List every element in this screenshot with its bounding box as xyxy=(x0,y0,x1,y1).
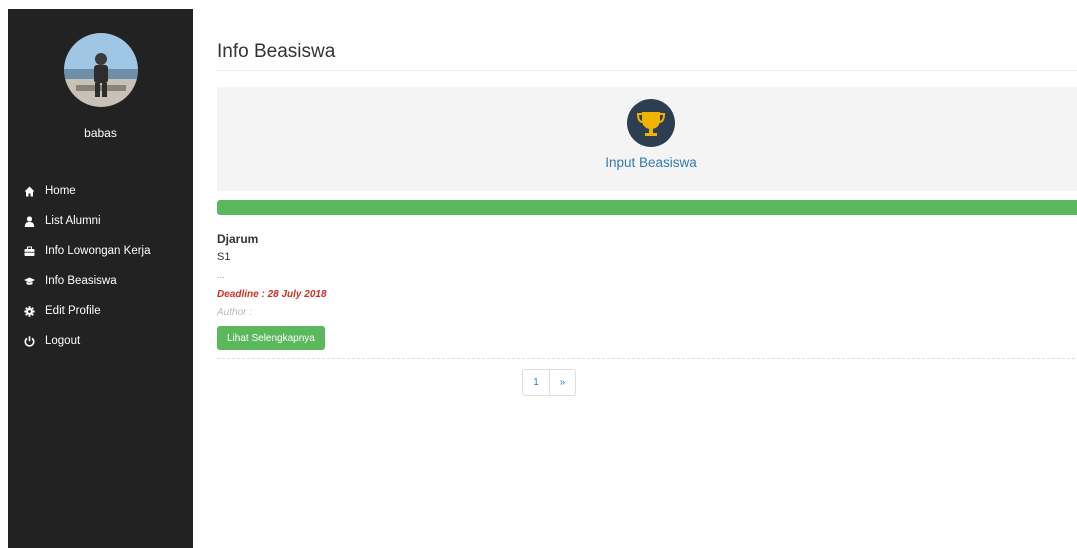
sidebar: babas Home List Alumni Info Lowongan Ker… xyxy=(8,9,193,548)
trophy-icon[interactable] xyxy=(627,99,675,147)
item-excerpt: ... xyxy=(217,270,225,280)
page-1-link[interactable]: 1 xyxy=(522,369,550,396)
sidebar-item-list-alumni[interactable]: List Alumni xyxy=(8,206,193,236)
avatar[interactable] xyxy=(64,33,138,107)
sidebar-item-home[interactable]: Home xyxy=(8,176,193,206)
lihat-selengkapnya-button[interactable]: Lihat Selengkapnya xyxy=(217,326,325,350)
sidebar-nav: Home List Alumni Info Lowongan Kerja Inf… xyxy=(8,176,193,356)
sidebar-item-label: Logout xyxy=(45,335,81,347)
sidebar-item-label: Home xyxy=(45,185,76,197)
input-beasiswa-link[interactable]: Input Beasiswa xyxy=(217,155,1077,170)
sidebar-item-info-lowongan-kerja[interactable]: Info Lowongan Kerja xyxy=(8,236,193,266)
title-divider xyxy=(217,70,1077,71)
page-title: Info Beasiswa xyxy=(217,41,336,62)
sidebar-item-logout[interactable]: Logout xyxy=(8,326,193,356)
pagination: 1 » xyxy=(522,369,576,396)
sidebar-item-edit-profile[interactable]: Edit Profile xyxy=(8,296,193,326)
item-level: S1 xyxy=(217,251,231,263)
next-page-link[interactable]: » xyxy=(550,369,576,396)
user-icon xyxy=(24,215,35,227)
item-author: Author : xyxy=(217,307,253,318)
sidebar-item-label: List Alumni xyxy=(45,215,101,227)
item-divider xyxy=(217,358,1075,359)
avatar-photo xyxy=(64,33,138,107)
item-title: Djarum xyxy=(217,232,259,246)
power-icon xyxy=(24,335,35,347)
sidebar-item-label: Edit Profile xyxy=(45,305,101,317)
input-beasiswa-panel[interactable]: Input Beasiswa xyxy=(217,87,1077,191)
item-deadline: Deadline : 28 July 2018 xyxy=(217,289,327,300)
sidebar-item-label: Info Beasiswa xyxy=(45,275,117,287)
sidebar-item-info-beasiswa[interactable]: Info Beasiswa xyxy=(8,266,193,296)
sidebar-item-label: Info Lowongan Kerja xyxy=(45,245,151,257)
username: babas xyxy=(84,126,117,140)
progress-bar xyxy=(217,200,1077,215)
briefcase-icon xyxy=(24,246,35,257)
home-icon xyxy=(24,186,35,197)
gear-icon xyxy=(24,305,35,317)
graduation-cap-icon xyxy=(24,276,35,287)
